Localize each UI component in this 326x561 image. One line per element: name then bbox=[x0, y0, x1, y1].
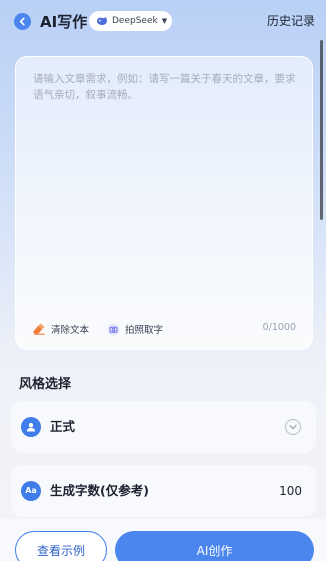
chevron-left-icon bbox=[19, 17, 25, 26]
photo-ocr-button[interactable]: 拍照取字 bbox=[107, 322, 163, 336]
font-icon-text: Aa bbox=[25, 486, 37, 495]
word-count-value[interactable]: 100 bbox=[279, 483, 302, 499]
word-count-row[interactable]: Aa 生成字数(仅参考) 100 bbox=[11, 465, 316, 517]
model-selector-label: DeepSeek bbox=[112, 16, 158, 26]
word-count-label: 生成字数(仅参考) bbox=[50, 483, 149, 498]
deepseek-whale-icon bbox=[97, 17, 107, 25]
scrollbar[interactable] bbox=[320, 40, 323, 220]
history-link[interactable]: 历史记录 bbox=[267, 13, 315, 29]
view-example-button[interactable]: 查看示例 bbox=[15, 531, 107, 561]
char-count: 0/1000 bbox=[262, 322, 296, 333]
font-icon: Aa bbox=[21, 481, 41, 501]
clear-text-label: 清除文本 bbox=[51, 325, 90, 336]
camera-icon bbox=[107, 323, 120, 335]
eraser-icon bbox=[33, 323, 45, 335]
photo-ocr-label: 拍照取字 bbox=[125, 325, 164, 336]
chevron-down-icon[interactable] bbox=[285, 419, 301, 435]
article-input[interactable]: 请输入文章需求，例如：请写一篇关于春天的文章，要求语气亲切，叙事流畅。 bbox=[33, 71, 301, 103]
article-input-card[interactable]: 请输入文章需求，例如：请写一篇关于春天的文章，要求语气亲切，叙事流畅。 清除文本… bbox=[15, 56, 313, 350]
page-title: AI写作 bbox=[40, 13, 88, 31]
caret-down-icon: ▼ bbox=[161, 17, 168, 25]
user-icon bbox=[21, 417, 41, 437]
back-button[interactable] bbox=[14, 13, 31, 30]
ai-create-button[interactable]: AI创作 bbox=[115, 531, 314, 561]
model-selector[interactable]: DeepSeek ▼ bbox=[89, 11, 172, 31]
editor-toolbar: 清除文本 拍照取字 bbox=[32, 322, 181, 336]
selected-style-label: 正式 bbox=[50, 419, 76, 434]
style-select[interactable]: 正式 bbox=[11, 401, 316, 453]
style-section-title: 风格选择 bbox=[19, 377, 72, 392]
clear-text-button[interactable]: 清除文本 bbox=[32, 322, 89, 336]
app-header: AI写作 DeepSeek ▼ 历史记录 bbox=[0, 0, 326, 44]
